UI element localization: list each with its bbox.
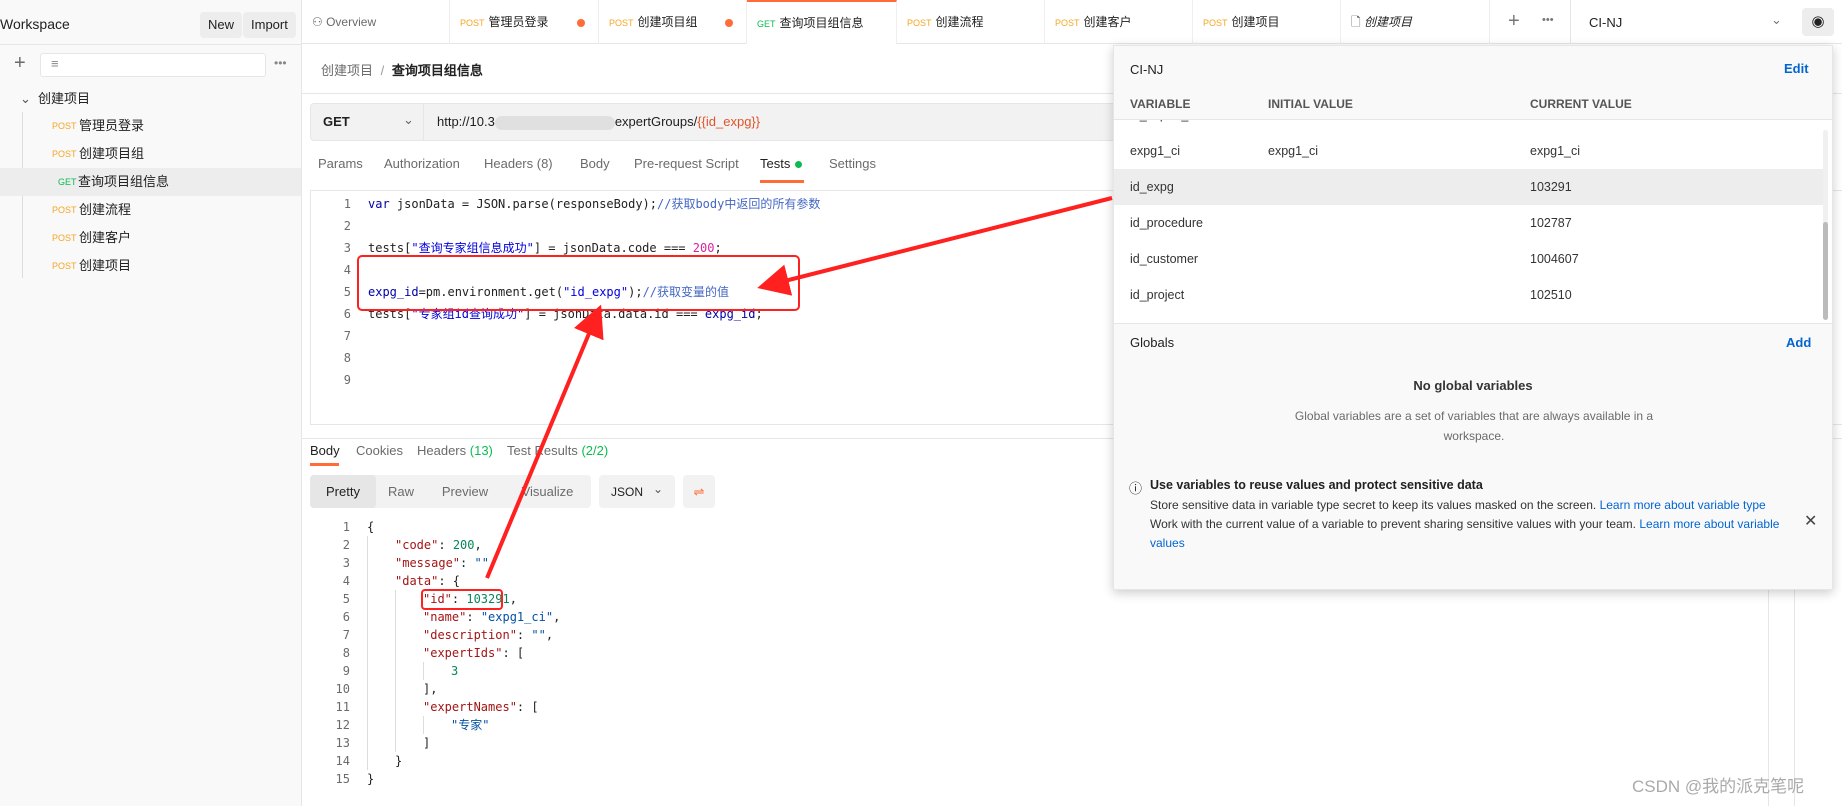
watermark: CSDN @我的派克笔呢: [1632, 777, 1805, 796]
annotation-arrows: [485, 196, 1113, 579]
arrow-to-expg-id: [757, 196, 1113, 296]
arrow-to-code-box: [485, 304, 604, 579]
